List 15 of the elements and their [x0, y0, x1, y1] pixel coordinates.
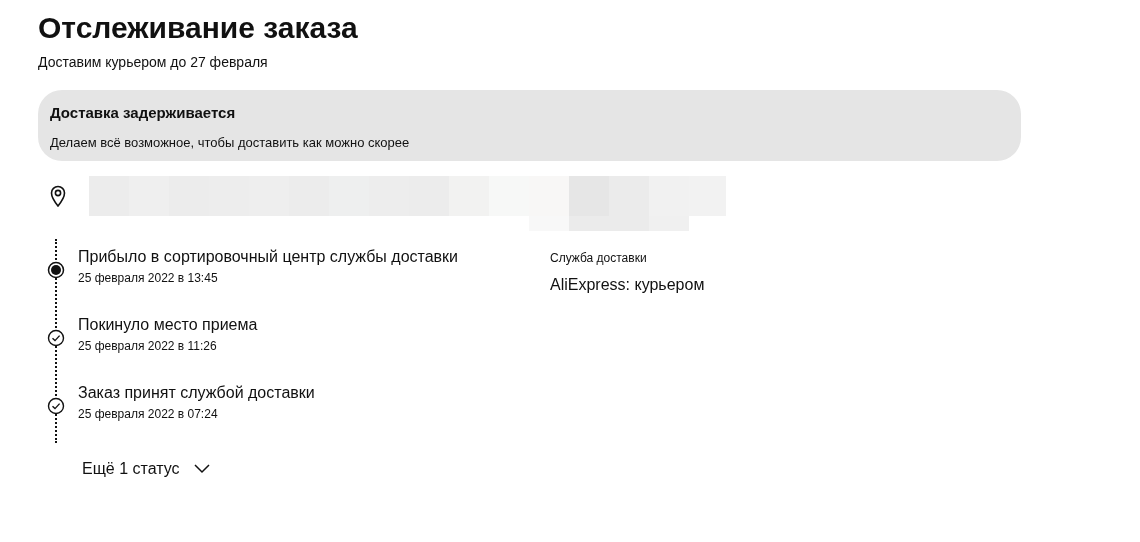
status-title: Заказ принят службой доставки: [78, 383, 315, 403]
chevron-down-icon: [193, 464, 210, 474]
status-date: 25 февраля 2022 в 11:26: [78, 338, 217, 355]
delivery-date: Доставим курьером до 27 февраля: [38, 53, 268, 72]
carrier-value: AliExpress: курьером: [550, 275, 705, 295]
location-pin-icon: [50, 185, 66, 207]
status-date: 25 февраля 2022 в 07:24: [78, 406, 218, 423]
status-date: 25 февраля 2022 в 13:45: [78, 270, 218, 287]
status-title: Покинуло место приема: [78, 315, 258, 335]
carrier-label: Служба доставки: [550, 250, 647, 267]
status-title: Прибыло в сортировочный центр службы доставки: [78, 247, 459, 267]
more-statuses-button[interactable]: Ещё 1 статус: [82, 457, 210, 481]
page-title: Отслеживание заказа: [38, 10, 358, 46]
alert-title: Доставка задерживается: [50, 103, 236, 123]
alert-text: Делаем всё возможное, чтобы доставить как можно скорее: [50, 133, 410, 152]
